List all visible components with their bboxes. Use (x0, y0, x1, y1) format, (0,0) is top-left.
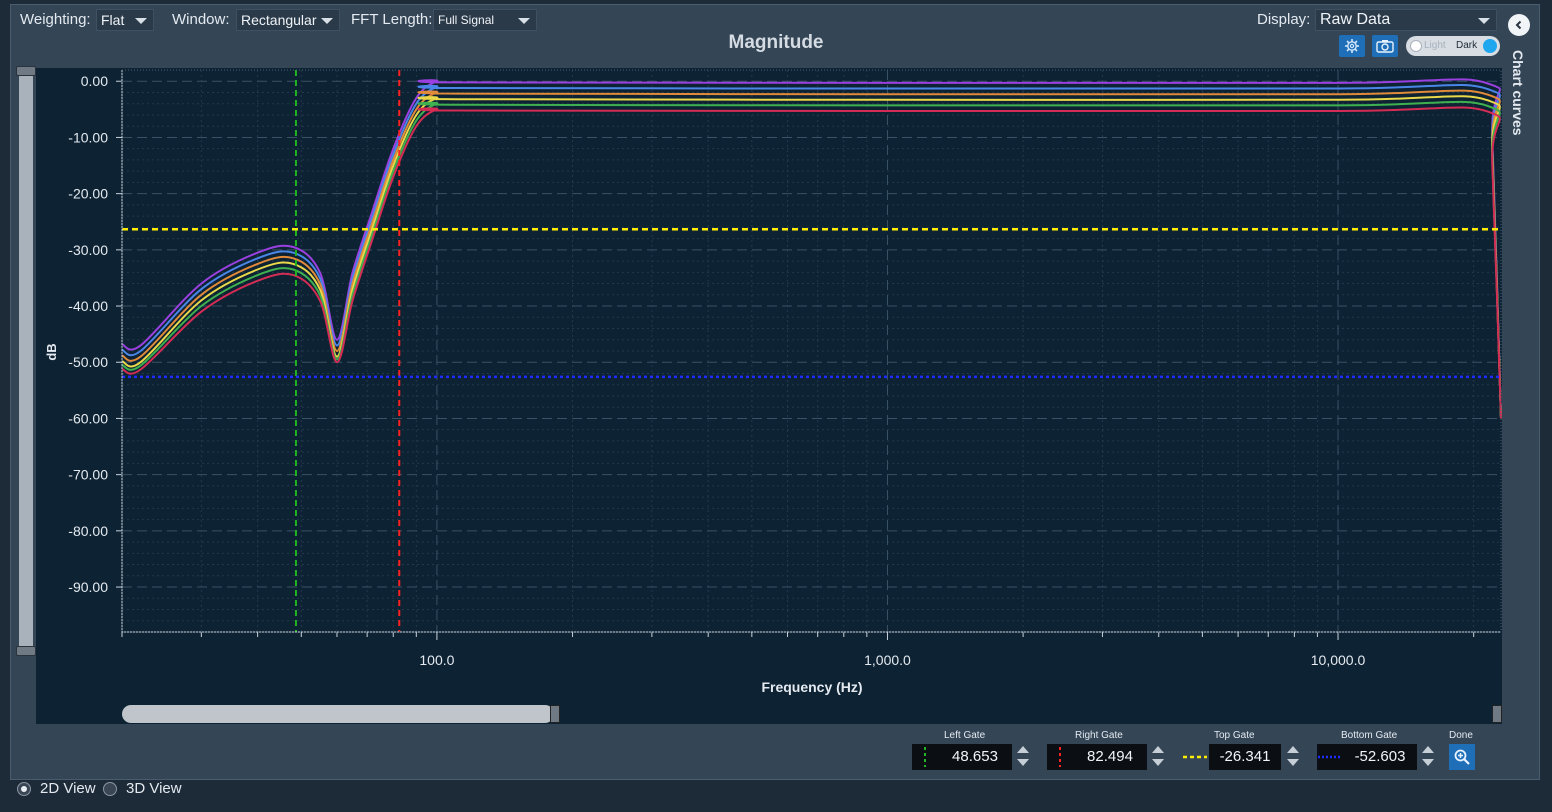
right-gate-line-icon (1059, 747, 1061, 767)
chart-curves-tab[interactable]: Chart curves (1510, 50, 1526, 136)
gear-icon (1345, 39, 1359, 53)
fft-length-value: Full Signal (438, 13, 495, 27)
right-gate-spinner[interactable] (1152, 746, 1164, 768)
top-gate-spinner[interactable] (1287, 746, 1299, 768)
horizontal-scroll-right-handle[interactable] (1492, 705, 1502, 723)
bottom-gate-input[interactable]: -52.603 (1343, 744, 1417, 770)
theme-toggle[interactable]: Light Dark (1406, 36, 1500, 56)
horizontal-scroll-left-handle[interactable] (550, 705, 560, 723)
top-gate-label: Top Gate (1214, 730, 1255, 741)
horizontal-scroll-thumb[interactable] (122, 705, 554, 723)
chevron-down-icon (321, 18, 333, 24)
screenshot-button[interactable] (1372, 35, 1398, 57)
left-gate-spinner[interactable] (1017, 746, 1029, 768)
weighting-label: Weighting: (20, 11, 91, 28)
bottom-gate-label: Bottom Gate (1341, 730, 1398, 741)
weighting-value: Flat (101, 12, 125, 28)
right-gate-swatch (1047, 744, 1073, 770)
camera-icon (1376, 40, 1394, 53)
display-value: Raw Data (1320, 11, 1391, 28)
chevron-left-icon (1515, 20, 1522, 30)
side-panel-collapse-button[interactable] (1508, 14, 1530, 36)
chevron-down-icon (518, 18, 530, 24)
top-gate-swatch (1182, 744, 1208, 770)
right-gate-input[interactable]: 82.494 (1073, 744, 1147, 770)
left-gate-swatch (912, 744, 938, 770)
theme-light-label: Light (1424, 40, 1446, 51)
chevron-down-icon (135, 18, 147, 24)
window-value: Rectangular (241, 12, 317, 28)
view-3d-label[interactable]: 3D View (126, 780, 182, 797)
vertical-scroll-top-handle[interactable] (16, 66, 36, 76)
fft-length-select[interactable]: Full Signal (433, 9, 537, 31)
theme-dark-label: Dark (1456, 40, 1478, 51)
view-2d-radio[interactable] (17, 782, 31, 796)
window-select[interactable]: Rectangular (236, 9, 340, 31)
left-gate-input[interactable]: 48.653 (938, 744, 1012, 770)
fft-length-label: FFT Length: (351, 11, 433, 28)
left-gate-line-icon (924, 747, 926, 767)
view-3d-radio[interactable] (103, 782, 117, 796)
vertical-scroll-bottom-handle[interactable] (16, 646, 36, 656)
bottom-gate-spinner[interactable] (1422, 746, 1434, 768)
top-gate-line-icon (1183, 755, 1207, 759)
toggle-knob-off (1410, 40, 1422, 52)
right-gate-label: Right Gate (1075, 730, 1123, 741)
chart-title: Magnitude (728, 32, 824, 53)
zoom-icon (1454, 749, 1470, 765)
done-button[interactable] (1449, 744, 1475, 770)
settings-button[interactable] (1339, 35, 1365, 57)
plot-area (36, 68, 1502, 724)
vertical-zoom-scrollbar[interactable] (16, 66, 36, 658)
display-label: Display: (1257, 11, 1311, 28)
horizontal-zoom-scrollbar[interactable] (122, 705, 1504, 723)
view-2d-label[interactable]: 2D View (40, 780, 96, 797)
toggle-knob-on (1483, 39, 1497, 53)
chevron-down-icon (1478, 18, 1490, 24)
display-select[interactable]: Raw Data (1315, 9, 1497, 31)
left-gate-label: Left Gate (944, 730, 986, 741)
done-label: Done (1449, 730, 1473, 741)
bottom-gate-line-icon (1318, 755, 1342, 759)
weighting-select[interactable]: Flat (96, 9, 154, 31)
vertical-scroll-track (19, 74, 33, 652)
bottom-gate-swatch (1317, 744, 1343, 770)
top-gate-input[interactable]: -26.341 (1209, 744, 1281, 770)
window-label: Window: (172, 11, 230, 28)
